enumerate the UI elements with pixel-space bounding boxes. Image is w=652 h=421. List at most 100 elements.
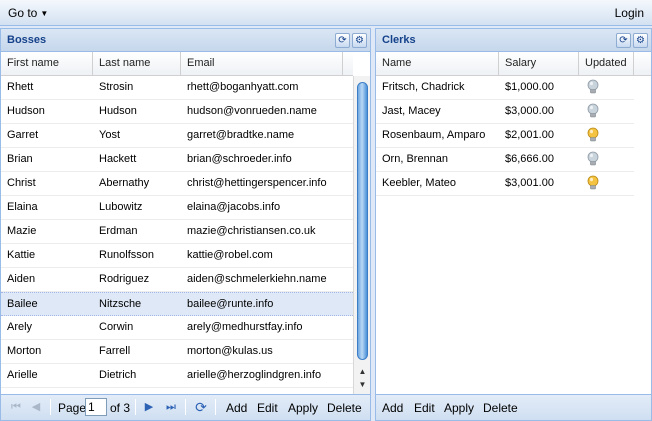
name-cell: Fritsch, Chadrick bbox=[382, 81, 465, 93]
column-header-updated[interactable]: Updated bbox=[579, 52, 634, 75]
email-cell: arielle@herzoglindgren.info bbox=[187, 369, 322, 381]
table-row[interactable]: Arielle Dietrich arielle@herzoglindgren.in… bbox=[1, 364, 353, 388]
gear-icon[interactable]: ⚙ bbox=[352, 33, 367, 48]
table-row[interactable]: Arely Corwin arely@medhurstfay.info bbox=[1, 316, 353, 340]
lightbulb-off-icon bbox=[587, 79, 599, 94]
page-number-input[interactable] bbox=[85, 398, 107, 416]
first-name-cell: Christ bbox=[7, 177, 36, 189]
table-row[interactable]: Mazie Erdman mazie@christiansen.co.uk bbox=[1, 220, 353, 244]
add-button[interactable]: Add bbox=[226, 401, 247, 415]
last-name-cell: Dietrich bbox=[99, 369, 137, 381]
table-row[interactable]: Jast, Macey $3,000.00 bbox=[376, 100, 634, 124]
first-name-cell: Morton bbox=[7, 345, 42, 357]
table-row[interactable]: Fritsch, Chadrick $1,000.00 bbox=[376, 76, 634, 100]
updated-cell bbox=[579, 148, 634, 171]
salary-cell: $3,001.00 bbox=[505, 177, 554, 189]
edit-button[interactable]: Edit bbox=[414, 401, 435, 415]
delete-button[interactable]: Delete bbox=[483, 401, 518, 415]
goto-menu-button[interactable]: Go to ▼ bbox=[8, 6, 48, 20]
last-name-cell: Runolfsson bbox=[99, 249, 155, 261]
last-name-cell: Lubowitz bbox=[99, 201, 143, 213]
email-cell: aiden@schmelerkiehn.name bbox=[187, 273, 327, 285]
separator bbox=[50, 399, 51, 415]
separator bbox=[135, 399, 136, 415]
email-cell: mazie@christiansen.co.uk bbox=[187, 225, 316, 237]
bosses-panel-header: Bosses ⟳ ⚙ bbox=[1, 29, 370, 52]
last-name-cell: Rodriguez bbox=[99, 273, 150, 285]
salary-cell: $6,666.00 bbox=[505, 153, 554, 165]
clerks-panel: Clerks ⟳ ⚙ Name Salary Updated Fritsch, … bbox=[375, 28, 652, 421]
last-name-cell: Nitzsche bbox=[99, 298, 142, 310]
edit-button[interactable]: Edit bbox=[257, 401, 278, 415]
scrollbar-thumb[interactable] bbox=[357, 82, 368, 360]
add-button[interactable]: Add bbox=[382, 401, 403, 415]
separator bbox=[215, 399, 216, 415]
table-row[interactable]: Elaina Lubowitz elaina@jacobs.info bbox=[1, 196, 353, 220]
name-cell: Jast, Macey bbox=[382, 105, 441, 117]
updated-cell bbox=[579, 172, 634, 195]
name-cell: Orn, Brennan bbox=[382, 153, 449, 165]
last-page-icon[interactable]: ⏭ bbox=[164, 400, 178, 414]
caret-down-icon: ▼ bbox=[40, 9, 49, 18]
email-cell: bailee@runte.info bbox=[187, 298, 274, 310]
email-cell: kattie@robel.com bbox=[187, 249, 273, 261]
table-row[interactable]: Kattie Runolfsson kattie@robel.com bbox=[1, 244, 353, 268]
refresh-icon[interactable]: ⟳ bbox=[616, 33, 631, 48]
bosses-scrollbar[interactable]: ▲ ▼ bbox=[353, 76, 370, 394]
table-row[interactable]: Rhett Strosin rhett@boganhyatt.com bbox=[1, 76, 353, 100]
bosses-column-header: First name Last name Email bbox=[1, 52, 353, 76]
table-row[interactable]: Rosenbaum, Amparo $2,001.00 bbox=[376, 124, 634, 148]
apply-button[interactable]: Apply bbox=[444, 401, 474, 415]
table-row[interactable]: Bailee Nitzsche bailee@runte.info bbox=[1, 292, 353, 316]
column-header-email[interactable]: Email bbox=[181, 52, 343, 75]
table-row[interactable]: Garret Yost garret@bradtke.name bbox=[1, 124, 353, 148]
top-toolbar: Go to ▼ Login bbox=[0, 0, 652, 26]
apply-button[interactable]: Apply bbox=[288, 401, 318, 415]
bosses-paging-toolbar: ⏮ ◀ Page of 3 ▶ ⏭ ⟳ Add Edit Apply Delet… bbox=[1, 394, 370, 420]
email-cell: rhett@boganhyatt.com bbox=[187, 81, 299, 93]
clerks-grid-body: Fritsch, Chadrick $1,000.00 Jast, Macey $3,… bbox=[376, 76, 651, 394]
page-label: Page bbox=[58, 401, 87, 415]
email-cell: christ@hettingerspencer.info bbox=[187, 177, 327, 189]
table-row[interactable]: Aiden Rodriguez aiden@schmelerkiehn.name bbox=[1, 268, 353, 292]
table-row[interactable]: Hudson Hudson hudson@vonrueden.name bbox=[1, 100, 353, 124]
updated-cell bbox=[579, 124, 634, 147]
clerks-column-header: Name Salary Updated bbox=[376, 52, 651, 76]
updated-cell bbox=[579, 76, 634, 99]
table-row[interactable]: Orn, Brennan $6,666.00 bbox=[376, 148, 634, 172]
table-row[interactable]: Brian Hackett brian@schroeder.info bbox=[1, 148, 353, 172]
prev-page-icon[interactable]: ◀ bbox=[29, 400, 43, 414]
refresh-icon[interactable]: ⟳ bbox=[335, 33, 350, 48]
first-name-cell: Bailee bbox=[7, 298, 38, 310]
scroll-up-icon[interactable]: ▲ bbox=[356, 366, 369, 378]
first-name-cell: Aiden bbox=[7, 273, 36, 285]
last-name-cell: Farrell bbox=[99, 345, 131, 357]
next-page-icon[interactable]: ▶ bbox=[142, 400, 156, 414]
first-name-cell: Arielle bbox=[7, 369, 38, 381]
updated-cell bbox=[579, 100, 634, 123]
first-name-cell: Brian bbox=[7, 153, 33, 165]
bosses-grid-body: Rhett Strosin rhett@boganhyatt.com Hudson Hu… bbox=[1, 76, 353, 394]
column-header-last-name[interactable]: Last name bbox=[93, 52, 181, 75]
scroll-down-icon[interactable]: ▼ bbox=[356, 379, 369, 391]
lightbulb-on-icon bbox=[587, 175, 599, 190]
first-name-cell: Elaina bbox=[7, 201, 38, 213]
table-row[interactable]: Morton Farrell morton@kulas.us bbox=[1, 340, 353, 364]
login-button[interactable]: Login bbox=[615, 6, 644, 20]
email-cell: elaina@jacobs.info bbox=[187, 201, 281, 213]
panel-title: Bosses bbox=[7, 34, 47, 46]
column-header-first-name[interactable]: First name bbox=[1, 52, 93, 75]
email-cell: morton@kulas.us bbox=[187, 345, 273, 357]
first-name-cell: Hudson bbox=[7, 105, 45, 117]
column-header-name[interactable]: Name bbox=[376, 52, 499, 75]
column-header-salary[interactable]: Salary bbox=[499, 52, 579, 75]
gear-icon[interactable]: ⚙ bbox=[633, 33, 648, 48]
refresh-icon[interactable]: ⟳ bbox=[194, 400, 208, 414]
goto-label: Go to bbox=[8, 6, 38, 20]
table-row[interactable]: Keebler, Mateo $3,001.00 bbox=[376, 172, 634, 196]
table-row[interactable]: Christ Abernathy christ@hettingerspencer.i… bbox=[1, 172, 353, 196]
first-page-icon[interactable]: ⏮ bbox=[9, 400, 23, 414]
salary-cell: $2,001.00 bbox=[505, 129, 554, 141]
lightbulb-on-icon bbox=[587, 127, 599, 142]
delete-button[interactable]: Delete bbox=[327, 401, 362, 415]
